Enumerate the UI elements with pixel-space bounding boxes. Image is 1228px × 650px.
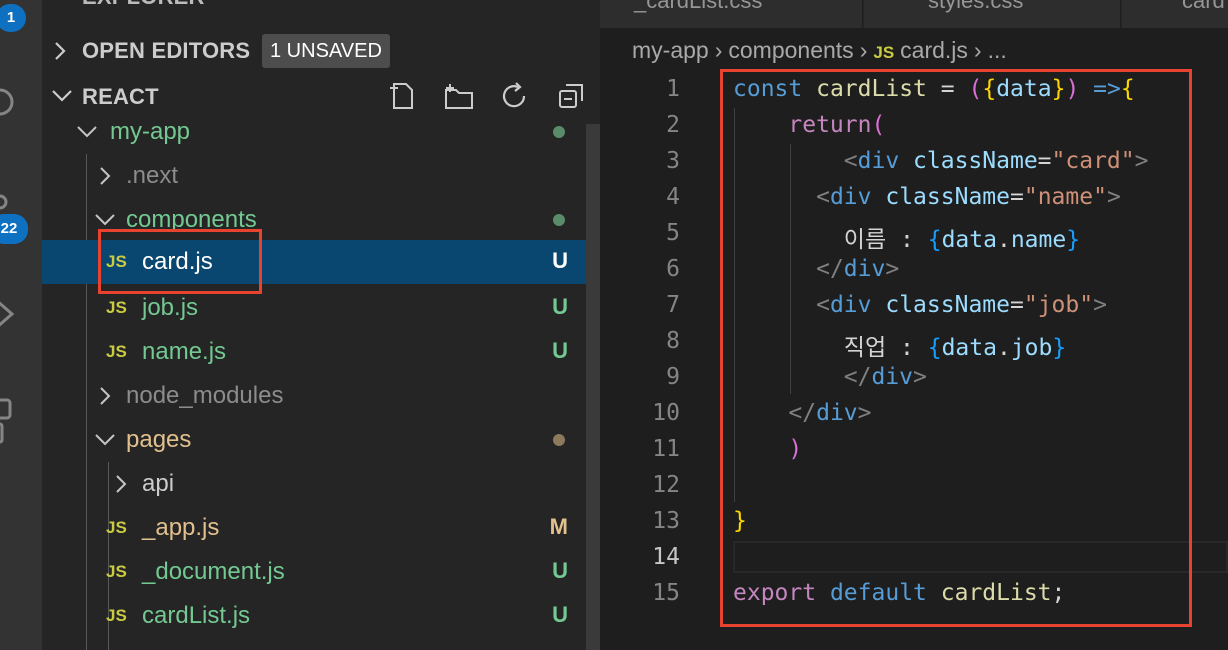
line-number: 4 xyxy=(666,184,680,210)
new-file-icon[interactable] xyxy=(386,80,418,112)
chevron-down-icon xyxy=(77,126,97,138)
chevron-right-icon xyxy=(100,387,111,405)
breadcrumb-item[interactable]: components xyxy=(728,37,853,63)
line-number: 9 xyxy=(666,364,680,390)
tab-label: _cardList.css xyxy=(634,0,763,13)
tree-file-name-js[interactable]: JS name.js U xyxy=(42,330,600,374)
chevron-down-icon[interactable] xyxy=(50,86,74,106)
tree-file-document-js[interactable]: JS _document.js U xyxy=(42,550,600,594)
line-number: 2 xyxy=(666,112,680,138)
js-file-icon: JS xyxy=(106,518,127,537)
tree-folder-api[interactable]: api xyxy=(42,462,600,506)
new-folder-icon[interactable] xyxy=(442,80,476,112)
tree-item-label: my-app xyxy=(110,118,191,145)
unsaved-badge: 1 UNSAVED xyxy=(262,34,390,68)
tree-item-label: api xyxy=(142,470,175,497)
breadcrumb-item[interactable]: card.js xyxy=(900,37,968,63)
tab-label: card xyxy=(1182,0,1225,13)
line-number: 12 xyxy=(652,472,680,498)
annotation-box-code xyxy=(720,69,1192,627)
tree-folder-next[interactable]: .next xyxy=(42,154,600,198)
line-number: 6 xyxy=(666,256,680,282)
chevron-right-icon xyxy=(100,167,111,185)
line-number: 13 xyxy=(652,508,680,534)
git-status: U xyxy=(552,558,568,583)
tree-item-label: node_modules xyxy=(126,382,284,409)
tree-item-label: _document.js xyxy=(142,558,285,585)
explorer-header: EXPLORER xyxy=(82,0,205,10)
sidebar-scrollbar[interactable] xyxy=(586,124,600,650)
git-status: U xyxy=(552,248,568,273)
chevron-down-icon xyxy=(95,214,115,226)
line-number: 7 xyxy=(666,292,680,318)
open-editors-section[interactable]: OPEN EDITORS xyxy=(82,38,250,64)
tab-cardlist-css[interactable]: _cardList.css xyxy=(600,0,863,28)
extensions-icon[interactable] xyxy=(0,396,22,446)
chevron-right-icon xyxy=(116,475,127,493)
line-number: 8 xyxy=(666,328,680,354)
status-dot xyxy=(553,126,565,138)
tab-label: styles.css xyxy=(928,0,1024,13)
js-file-icon: JS xyxy=(873,43,895,62)
js-file-icon: JS xyxy=(106,342,127,361)
git-status: U xyxy=(552,294,568,319)
line-number: 3 xyxy=(666,148,680,174)
workspace-section[interactable]: REACT xyxy=(82,84,159,110)
tree-folder-my-app[interactable]: my-app xyxy=(42,110,600,154)
explorer-sidebar: EXPLORER OPEN EDITORS 1 UNSAVED REACT my… xyxy=(42,0,600,650)
status-dot xyxy=(553,214,565,226)
tab-styles-css[interactable]: styles.css xyxy=(864,0,1121,28)
tab-card[interactable]: card xyxy=(1122,0,1228,28)
line-number: 15 xyxy=(652,580,680,606)
js-file-icon: JS xyxy=(106,562,127,581)
code-editor: _cardList.css styles.css card my-app › com… xyxy=(600,0,1228,650)
activity-bar: 1 22 xyxy=(0,0,42,650)
chevron-right-icon[interactable] xyxy=(52,40,68,62)
breadcrumb: my-app › components › JS card.js ›... xyxy=(632,37,1007,63)
git-status: U xyxy=(552,338,568,363)
scm-badge: 22 xyxy=(0,214,28,244)
search-icon[interactable] xyxy=(0,84,20,120)
tree-item-label: job.js xyxy=(142,294,199,321)
line-number: 1 xyxy=(666,76,680,102)
tree-folder-pages[interactable]: pages xyxy=(42,418,600,462)
tree-item-label: cardList.js xyxy=(142,602,251,629)
collapse-all-icon[interactable] xyxy=(556,80,588,112)
refresh-icon[interactable] xyxy=(498,80,530,112)
breadcrumb-item[interactable]: my-app xyxy=(632,37,709,63)
js-file-icon: JS xyxy=(106,606,127,625)
chevron-down-icon xyxy=(95,434,115,446)
tree-item-label: _app.js xyxy=(142,514,220,541)
run-icon[interactable] xyxy=(0,296,22,332)
js-file-icon: JS xyxy=(106,298,127,317)
tree-item-label: pages xyxy=(126,426,192,453)
line-number: 5 xyxy=(666,220,680,246)
breadcrumb-item[interactable]: ... xyxy=(988,37,1007,63)
tree-folder-node-modules[interactable]: node_modules xyxy=(42,374,600,418)
git-status: M xyxy=(549,514,568,539)
line-number: 10 xyxy=(652,400,680,426)
tree-file-app-js[interactable]: JS _app.js M xyxy=(42,506,600,550)
status-dot xyxy=(553,434,565,446)
line-number: 11 xyxy=(652,436,680,462)
git-status: U xyxy=(552,602,568,627)
editor-tab-bar: _cardList.css styles.css card xyxy=(600,0,1228,28)
tree-item-label: name.js xyxy=(142,338,227,365)
explorer-badge: 1 xyxy=(0,4,26,32)
line-number: 14 xyxy=(652,544,680,570)
annotation-box-card-js xyxy=(98,229,262,294)
tree-file-cardlist-js[interactable]: JS cardList.js U xyxy=(42,594,600,638)
tree-item-label: .next xyxy=(126,162,179,189)
